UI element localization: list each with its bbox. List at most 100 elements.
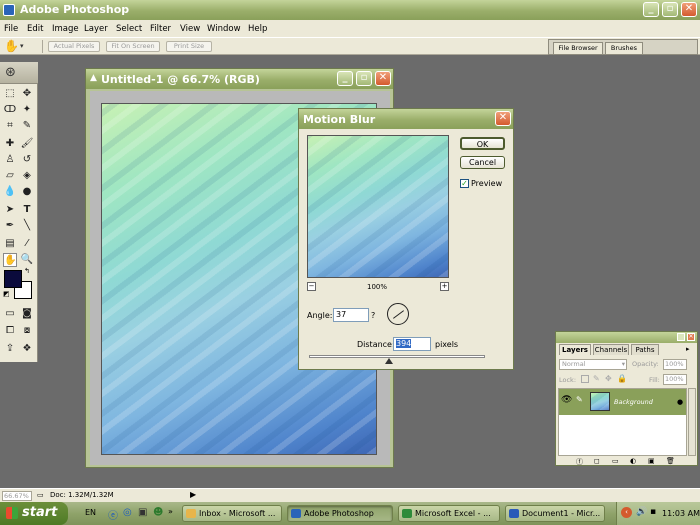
layer-row-background[interactable]: 👁 ✎ Background ● — [559, 389, 686, 415]
tool-preset-dropdown-icon[interactable]: ▾ — [20, 42, 24, 50]
lasso-tool-icon[interactable]: ↀ — [3, 103, 17, 117]
fill-field[interactable]: 100% — [663, 374, 687, 385]
slice-tool-icon[interactable]: ✎ — [20, 119, 34, 133]
default-colors-icon[interactable]: ◩ — [3, 290, 10, 298]
angle-input[interactable]: 37 — [333, 308, 369, 322]
standard-mode-icon[interactable]: ▭ — [3, 307, 17, 321]
opacity-field[interactable]: 100% — [663, 359, 687, 370]
eyedropper-tool-icon[interactable]: ⁄ — [20, 237, 34, 251]
tray-volume-icon[interactable]: 🔊 — [636, 507, 647, 517]
foreground-color-swatch[interactable] — [4, 270, 22, 288]
hand-tool-icon[interactable]: ✋ — [4, 39, 19, 53]
quick-mask-mode-icon[interactable]: ◙ — [20, 307, 34, 321]
paint-bucket-tool-icon[interactable]: ◈ — [20, 169, 34, 183]
layer-visibility-eye-icon[interactable]: 👁 — [561, 395, 572, 405]
doc-close-button[interactable]: ✕ — [375, 71, 391, 86]
file-browser-tab[interactable]: File Browser — [553, 42, 603, 54]
layer-style-icon[interactable]: ⓕ — [576, 457, 583, 467]
palette-scrollbar[interactable] — [688, 388, 696, 456]
distance-slider-thumb[interactable] — [385, 358, 393, 364]
quicklaunch-more-icon[interactable]: » — [168, 507, 173, 516]
layers-tab[interactable]: Layers — [559, 344, 591, 355]
lock-all-icon[interactable]: 🔒 — [617, 374, 627, 383]
move-tool-icon[interactable]: ✥ — [20, 87, 34, 101]
crop-tool-icon[interactable]: ⌗ — [3, 119, 17, 133]
zoom-tool-icon[interactable]: 🔍 — [20, 253, 34, 267]
preview-label[interactable]: Preview — [471, 179, 502, 188]
pen-tool-icon[interactable]: ✒ — [3, 219, 17, 233]
clone-stamp-tool-icon[interactable]: ♙ — [3, 153, 17, 167]
brush-tool-icon[interactable]: 🖌 — [20, 137, 34, 151]
menu-filter[interactable]: Filter — [150, 24, 171, 34]
taskbar-photoshop-button[interactable]: Adobe Photoshop — [287, 505, 393, 522]
menu-layer[interactable]: Layer — [84, 24, 108, 34]
layer-name[interactable]: Background — [614, 398, 653, 406]
lock-transparent-icon[interactable] — [581, 375, 589, 383]
layer-set-icon[interactable]: ▭ — [612, 457, 619, 465]
app-close-button[interactable]: ✕ — [681, 2, 697, 17]
hand-tool-box-icon[interactable]: ✋ — [3, 253, 17, 267]
notes-tool-icon[interactable]: ▤ — [3, 237, 17, 251]
quicklaunch-desktop-icon[interactable]: ▣ — [138, 507, 147, 518]
paths-tab[interactable]: Paths — [631, 344, 659, 355]
app-minimize-button[interactable]: _ — [643, 2, 659, 17]
app-maximize-button[interactable]: ▫ — [662, 2, 678, 17]
jump-to-imageready-icon[interactable]: ⇪ — [3, 342, 17, 356]
fit-on-screen-button[interactable]: Fit On Screen — [106, 41, 160, 52]
blend-mode-select[interactable]: Normal ▾ — [559, 359, 627, 370]
cancel-button[interactable]: Cancel — [460, 156, 505, 169]
lock-move-icon[interactable]: ✥ — [605, 374, 612, 383]
palette-minimize-icon[interactable] — [677, 333, 685, 341]
menu-view[interactable]: View — [180, 24, 200, 34]
doc-maximize-button[interactable]: ▫ — [356, 71, 372, 86]
taskbar-inbox-button[interactable]: Inbox - Microsoft ... — [182, 505, 282, 522]
preview-checkbox[interactable]: ✓ — [460, 179, 469, 188]
dialog-close-button[interactable]: ✕ — [495, 111, 511, 126]
zoom-in-button[interactable]: + — [440, 282, 449, 291]
channels-tab[interactable]: Channels — [593, 344, 629, 355]
ok-button[interactable]: OK — [460, 137, 505, 150]
tray-collapse-icon[interactable]: ‹ — [621, 507, 632, 518]
palette-menu-icon[interactable]: ▸ — [686, 345, 690, 353]
adobe-feather-icon[interactable]: ⊛ — [5, 65, 16, 80]
zoom-out-button[interactable]: − — [307, 282, 316, 291]
menu-window[interactable]: Window — [207, 24, 241, 34]
screen-mode-standard-icon[interactable]: ⧠ — [3, 324, 17, 338]
distance-slider-track[interactable] — [309, 355, 485, 358]
history-brush-tool-icon[interactable]: ↺ — [20, 153, 34, 167]
line-tool-icon[interactable]: ╲ — [20, 219, 34, 233]
new-layer-icon[interactable]: ▣ — [648, 457, 655, 465]
actual-pixels-button[interactable]: Actual Pixels — [48, 41, 100, 52]
screen-mode-full-icon[interactable]: ⧇ — [20, 324, 34, 338]
status-zoom[interactable]: 66.67% — [2, 491, 32, 501]
menu-help[interactable]: Help — [248, 24, 267, 34]
status-menu-arrow-icon[interactable]: ▶ — [190, 490, 196, 499]
swap-colors-icon[interactable]: ↰ — [24, 267, 30, 275]
taskbar-word-button[interactable]: Document1 - Micr... — [505, 505, 605, 522]
layer-mask-icon[interactable]: ◻ — [594, 457, 600, 465]
blur-tool-icon[interactable]: 💧 — [3, 185, 17, 199]
tray-network-icon[interactable]: ▪ — [650, 507, 656, 517]
menu-edit[interactable]: Edit — [27, 24, 43, 34]
doc-minimize-button[interactable]: _ — [337, 71, 353, 86]
language-indicator[interactable]: EN — [85, 508, 96, 517]
distance-input[interactable]: 394 — [393, 337, 431, 351]
eraser-tool-icon[interactable]: ▱ — [3, 169, 17, 183]
trash-icon[interactable]: 🗑 — [666, 457, 675, 465]
magic-wand-tool-icon[interactable]: ✦ — [20, 103, 34, 117]
start-button[interactable]: start — [0, 502, 68, 525]
quicklaunch-outlook-icon[interactable]: ◎ — [123, 507, 132, 518]
menu-image[interactable]: Image — [52, 24, 79, 34]
print-size-button[interactable]: Print Size — [166, 41, 212, 52]
menu-file[interactable]: File — [4, 24, 18, 34]
layer-brush-link-icon[interactable]: ✎ — [576, 395, 583, 404]
palette-close-icon[interactable]: ✕ — [687, 333, 695, 341]
quicklaunch-ie-icon[interactable]: ⓔ — [108, 507, 118, 522]
brushes-tab[interactable]: Brushes — [605, 42, 643, 54]
menu-select[interactable]: Select — [116, 24, 142, 34]
imageready-icon[interactable]: ❖ — [20, 342, 34, 356]
quicklaunch-messenger-icon[interactable]: ☻ — [153, 507, 163, 518]
path-selection-tool-icon[interactable]: ➤ — [3, 203, 17, 217]
angle-dial[interactable] — [387, 303, 409, 325]
type-tool-icon[interactable]: T — [20, 203, 34, 217]
